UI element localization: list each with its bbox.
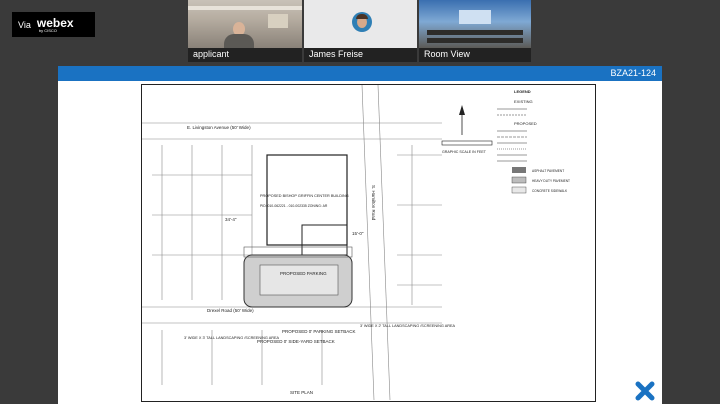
participant-tile-applicant[interactable]: applicant (188, 0, 302, 62)
webex-logo: Via webex by CISCO (12, 12, 95, 37)
avatar (352, 12, 372, 32)
legend-item-1: ASPHALT PAVEMENT (532, 169, 564, 173)
participant-name: applicant (193, 49, 230, 59)
street-top-label: E. Livingston Avenue (50' Wide) (187, 125, 251, 130)
legend-existing: EXISTING (514, 99, 533, 104)
case-id: BZA21-124 (610, 68, 656, 78)
setback-parking-label: PROPOSED 0' PARKING SETBACK (282, 329, 356, 334)
via-label: Via (18, 19, 31, 30)
north-arrow-icon (459, 105, 465, 135)
dimension-a: 34'-4" (225, 217, 237, 222)
legend-title: LEGEND (514, 89, 531, 94)
close-icon[interactable] (634, 380, 656, 402)
landscaping-right-label: 3' WIDE X 2' TALL LANDSCAPING /SCREENING… (360, 324, 456, 328)
cisco-byline: by CISCO (38, 27, 57, 33)
legend: LEGEND EXISTING PROPOSED ASPHALT PAVEMEN… (497, 89, 570, 194)
site-plan-drawing: E. Livingston Avenue (50' Wide) Drexel R… (141, 84, 596, 402)
parcel-label: PID: 010-062221 - 010-002335 ZONING: AR (260, 204, 328, 208)
shared-content-panel: BZA21-124 E. Livingston Avenue (50' Wide… (58, 66, 662, 404)
site-plan-svg: E. Livingston Avenue (50' Wide) Drexel R… (142, 85, 570, 400)
legend-item-2: HEAVY DUTY PAVEMENT (532, 179, 570, 183)
scale-label: GRAPHIC SCALE IN FEET (442, 150, 487, 154)
participant-name: James Freise (309, 49, 364, 59)
street-left-label: Drexel Road (50' Wide) (207, 308, 254, 313)
participant-tile-room-view[interactable]: Room View (419, 0, 531, 62)
building-label: PROPOSED BISHOP GRIFFIN CENTER BUILDING (260, 194, 349, 198)
street-right-label: S. Hamilton Road (371, 185, 376, 221)
legend-item-3: CONCRETE SIDEWALK (532, 189, 568, 193)
webex-brand: webex (36, 15, 74, 30)
avatar-background (304, 0, 417, 48)
graphic-scale-bar (441, 140, 493, 146)
participant-figure (224, 20, 254, 48)
video-feed (419, 0, 531, 48)
share-title-bar: BZA21-124 (58, 66, 662, 81)
sheet-title: SITE PLAN (290, 390, 313, 395)
parking-label: PROPOSED PARKING (280, 271, 327, 276)
participant-tile-james-freise[interactable]: James Freise (304, 0, 417, 62)
legend-proposed: PROPOSED (514, 121, 537, 126)
dimension-b: 15'-0" (352, 231, 364, 236)
landscaping-left-label: 3' WIDE X 3' TALL LANDSCAPING /SCREENING… (184, 336, 280, 340)
video-feed (188, 0, 302, 48)
participant-name: Room View (424, 49, 470, 59)
